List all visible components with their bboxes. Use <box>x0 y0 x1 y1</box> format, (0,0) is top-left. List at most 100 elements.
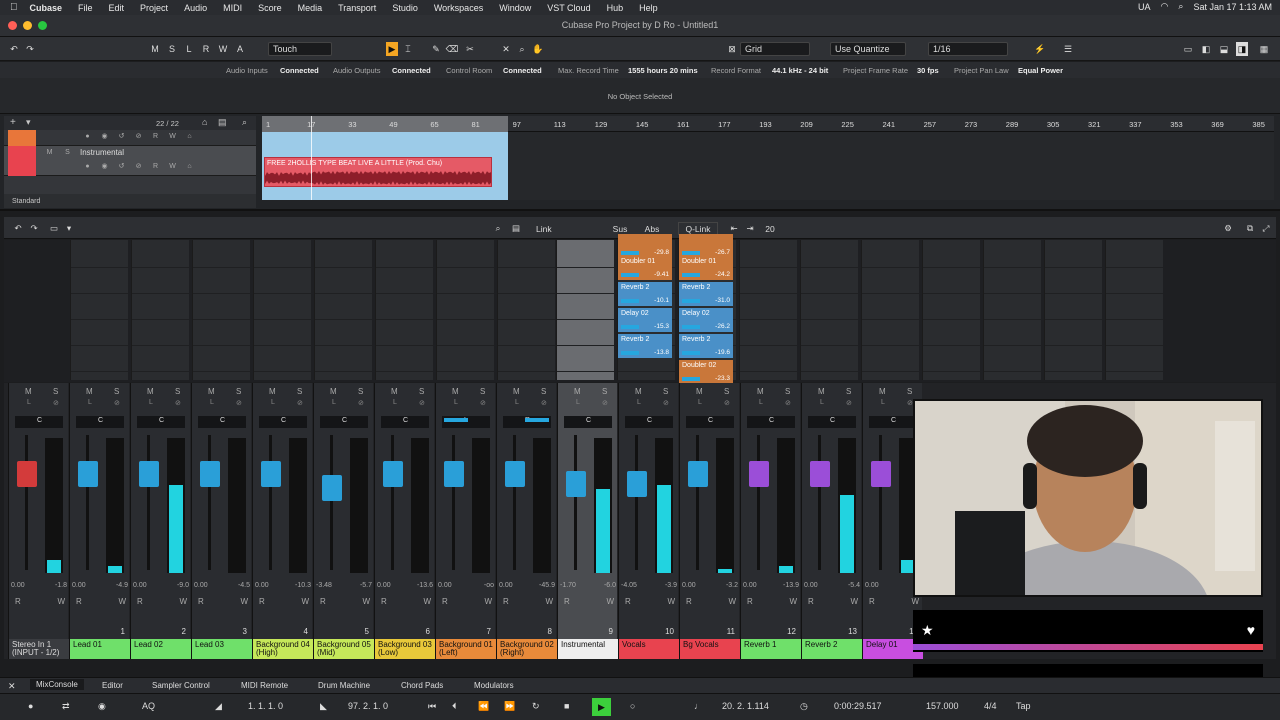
write-automation-button[interactable]: W <box>118 597 126 606</box>
fader-handle[interactable] <box>810 461 830 487</box>
fader-handle[interactable] <box>566 471 586 497</box>
insert-slot[interactable] <box>923 294 980 320</box>
listen-button[interactable]: L <box>454 399 458 406</box>
read-automation-button[interactable]: R <box>442 597 448 606</box>
send-slot[interactable]: Reverb 2 -19.6 <box>679 334 733 358</box>
menu-item[interactable]: Help <box>639 3 658 13</box>
write-automation-button[interactable]: W <box>606 597 614 606</box>
insert-slot[interactable] <box>315 242 372 268</box>
time-display-icon[interactable]: ◷ <box>800 701 808 712</box>
insert-slot[interactable] <box>1106 346 1163 372</box>
automation-mode-select[interactable]: Touch <box>268 42 332 56</box>
mute-button[interactable]: M <box>269 387 276 396</box>
edit-icon[interactable]: ⊘ <box>358 399 364 407</box>
peak-value[interactable]: -1.8 <box>55 582 67 589</box>
solo-button[interactable]: S <box>297 387 302 396</box>
zone-tab[interactable]: MixConsole <box>30 679 84 690</box>
insert-slot[interactable] <box>801 320 858 346</box>
insert-slot[interactable] <box>801 242 858 268</box>
pan-control[interactable]: C <box>564 416 612 428</box>
insert-slot[interactable] <box>1045 346 1102 372</box>
track-control-button[interactable]: ⌂ <box>184 162 195 171</box>
track-row[interactable]: Instrumental M S ● ◉ ↺ ⊘ R W ⌂ <box>4 146 256 176</box>
fader-handle[interactable] <box>261 461 281 487</box>
mute-button[interactable]: M <box>757 387 764 396</box>
status-value[interactable]: Connected <box>503 66 542 75</box>
insert-slot[interactable] <box>71 294 128 320</box>
channel-name[interactable]: Stereo In 1 (INPUT - 1/2) <box>9 639 69 659</box>
insert-slot[interactable] <box>557 320 614 346</box>
channel-name[interactable]: Bg Vocals <box>680 639 740 659</box>
insert-slot[interactable] <box>498 268 555 294</box>
fader-handle[interactable] <box>749 461 769 487</box>
fader-value[interactable]: 0.00 <box>255 582 269 589</box>
listen-button[interactable]: L <box>576 399 580 406</box>
metronome-icon[interactable]: ♩ <box>694 701 703 711</box>
fader-handle[interactable] <box>627 471 647 497</box>
read-automation-button[interactable]: R <box>564 597 570 606</box>
menu-item[interactable]: VST Cloud <box>547 3 590 13</box>
peak-value[interactable]: -13.6 <box>417 582 433 589</box>
insert-slot[interactable] <box>71 320 128 346</box>
edit-icon[interactable]: ⊘ <box>419 399 425 407</box>
pan-control[interactable]: C <box>76 416 124 428</box>
snap-type-select[interactable]: Grid <box>740 42 810 56</box>
zone-tab[interactable]: MIDI Remote <box>241 681 288 690</box>
pan-control[interactable]: C <box>137 416 185 428</box>
mute-button[interactable]: M <box>147 387 154 396</box>
track-row[interactable]: Group <box>4 176 256 194</box>
read-automation-button[interactable]: R <box>869 597 875 606</box>
insert-slot[interactable] <box>132 320 189 346</box>
insert-slot[interactable] <box>862 268 919 294</box>
insert-slot[interactable] <box>132 268 189 294</box>
volume-fader[interactable] <box>444 435 464 575</box>
mute-button[interactable]: M <box>696 387 703 396</box>
send-slot[interactable]: Reverb 2 -31.0 <box>679 282 733 306</box>
insert-slot[interactable] <box>984 242 1041 268</box>
channel-name[interactable]: Background 04 (High) <box>253 639 313 659</box>
pan-control[interactable]: C <box>15 416 63 428</box>
listen-button[interactable]: L <box>820 399 824 406</box>
audio-event[interactable]: FREE 2HOLLIS TYPE BEAT LIVE A LITTLE (Pr… <box>264 157 492 187</box>
fader-handle[interactable] <box>17 461 37 487</box>
hand-tool-icon[interactable]: ✋ <box>532 42 544 56</box>
peak-value[interactable]: -45.9 <box>539 582 555 589</box>
volume-fader[interactable] <box>322 435 342 575</box>
channel-strip[interactable]: M S L ⊘ C -1.70 -6.0 R W 9 Instrumental <box>557 383 618 659</box>
insert-slot[interactable] <box>801 294 858 320</box>
add-track-icon[interactable]: + <box>10 117 16 128</box>
track-control-button[interactable]: ◉ <box>99 132 110 141</box>
peak-value[interactable]: -3.9 <box>665 582 677 589</box>
track-control-button[interactable]: R <box>150 162 161 171</box>
write-automation-button[interactable]: W <box>240 597 248 606</box>
apple-icon[interactable]:  <box>10 2 18 13</box>
track-control-button[interactable]: R <box>150 132 161 141</box>
global-l-button[interactable]: L <box>182 42 196 56</box>
layout-bottom-icon[interactable]: ⬓ <box>1218 42 1230 56</box>
insert-slot[interactable] <box>193 242 250 268</box>
edit-icon[interactable]: ⊘ <box>175 399 181 407</box>
channel-strip[interactable]: M S L ⊘ L 0.00 -oo R W 7 Background 01 (Left) <box>435 383 496 659</box>
menu-item[interactable]: Score <box>258 3 282 13</box>
peak-value[interactable]: -5.7 <box>360 582 372 589</box>
insert-slot[interactable] <box>71 346 128 372</box>
read-automation-button[interactable]: R <box>15 597 21 606</box>
track-control-button[interactable]: ↺ <box>116 132 127 141</box>
write-automation-button[interactable]: W <box>850 597 858 606</box>
pan-control[interactable]: C <box>381 416 429 428</box>
record-mode-icon[interactable]: ● <box>28 701 33 711</box>
split-tool-icon[interactable]: ✂ <box>464 42 476 56</box>
snap-toggle-icon[interactable]: ⊠ <box>726 42 738 56</box>
insert-slot[interactable] <box>740 294 797 320</box>
menu-item[interactable]: Audio <box>184 3 207 13</box>
insert-slot[interactable] <box>1045 320 1102 346</box>
left-locator-icon[interactable]: ◢ <box>215 701 222 712</box>
channel-strip[interactable]: M S L ⊘ C -3.48 -5.7 R W 5 Background 05 (Mid) <box>313 383 374 659</box>
layout-left-icon[interactable]: ◧ <box>1200 42 1212 56</box>
track-color[interactable] <box>8 130 36 146</box>
settings-icon[interactable]: ☰ <box>1062 42 1074 56</box>
fader-value[interactable]: 0.00 <box>72 582 86 589</box>
read-automation-button[interactable]: R <box>381 597 387 606</box>
stop-icon[interactable]: ■ <box>564 701 569 711</box>
insert-slot[interactable] <box>498 346 555 372</box>
